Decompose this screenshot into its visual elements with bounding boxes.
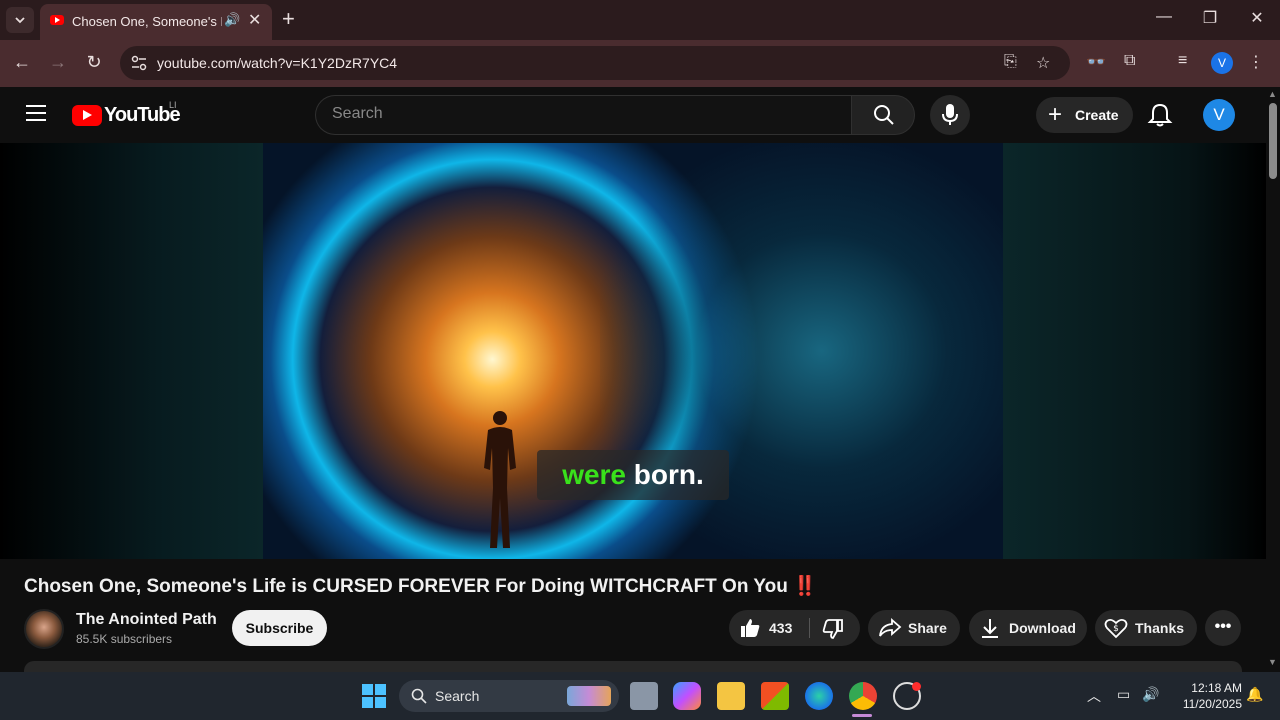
- like-count: 433: [769, 620, 793, 636]
- thumbs-down-icon: [822, 619, 843, 639]
- tab-audio-icon[interactable]: 🔊: [224, 12, 240, 28]
- site-info-icon[interactable]: [130, 54, 148, 72]
- player-side-fill: [0, 143, 263, 559]
- double-exclamation-emoji: ‼️: [793, 576, 817, 597]
- scrollbar-thumb[interactable]: [1269, 103, 1277, 179]
- network-icon[interactable]: ▭: [1117, 686, 1130, 703]
- incognito-extension-icon[interactable]: 👓: [1086, 52, 1106, 72]
- copilot-icon[interactable]: [673, 682, 701, 710]
- browser-tab-strip: Chosen One, Someone's Life is CURSED FOR…: [0, 0, 1280, 40]
- show-hidden-icons-chevron-icon[interactable]: ︿: [1087, 686, 1101, 706]
- clock-time: 12:18 AM: [1191, 681, 1242, 695]
- notification-badge-icon: [912, 682, 921, 691]
- like-button[interactable]: 433: [729, 610, 809, 646]
- youtube-header: YouTube LI + Create V: [0, 87, 1266, 143]
- windows-taskbar: Search ︿ ▭ 🔊 12:18 AM 11/20/2025 🔔: [0, 672, 1280, 720]
- taskbar-search[interactable]: Search: [399, 680, 619, 712]
- channel-avatar[interactable]: [24, 609, 64, 649]
- browser-tab-active[interactable]: Chosen One, Someone's Life is CURSED FOR…: [40, 4, 272, 40]
- forward-arrow-icon[interactable]: →: [46, 52, 70, 73]
- browser-toolbar: ← → ↻ youtube.com/watch?v=K1Y2DzR7YC4 ⎘ …: [0, 40, 1280, 87]
- search-icon: [874, 105, 894, 125]
- minimize-icon[interactable]: —: [1150, 8, 1178, 26]
- more-horizontal-icon: •••: [1214, 618, 1232, 635]
- taskbar-search-label: Search: [435, 688, 480, 704]
- volume-icon[interactable]: 🔊: [1142, 686, 1159, 703]
- video-title-text: Chosen One, Someone's Life is CURSED FOR…: [24, 576, 788, 597]
- subscriber-count: 85.5K subscribers: [76, 632, 173, 646]
- thumbs-up-icon: [741, 619, 760, 637]
- download-icon: [982, 619, 998, 638]
- task-view-icon[interactable]: [630, 682, 658, 710]
- channel-name[interactable]: The Anointed Path: [76, 611, 217, 629]
- new-tab-button[interactable]: +: [282, 6, 295, 32]
- browser-profile-avatar[interactable]: V: [1211, 52, 1233, 74]
- scroll-up-arrow-icon[interactable]: ▲: [1268, 89, 1277, 99]
- reload-icon[interactable]: ↻: [82, 52, 106, 73]
- search-input[interactable]: [332, 105, 832, 123]
- microsoft-store-icon[interactable]: [761, 682, 789, 710]
- silhouette-figure: [484, 411, 516, 548]
- hamburger-menu-icon[interactable]: [26, 105, 46, 121]
- windows-start-icon[interactable]: [362, 684, 386, 708]
- youtube-favicon-icon: [50, 15, 64, 25]
- download-label: Download: [1009, 620, 1076, 636]
- clock-date: 11/20/2025: [1182, 697, 1242, 711]
- tab-title: Chosen One, Someone's Life is CURSED FOR…: [72, 14, 222, 29]
- super-thanks-heart-icon: $: [1104, 618, 1128, 639]
- browser-menu-icon[interactable]: ⋮: [1248, 52, 1264, 72]
- active-app-indicator: [852, 714, 872, 717]
- share-label: Share: [908, 620, 947, 636]
- tab-close-icon[interactable]: ✕: [248, 10, 261, 30]
- chevron-down-icon: [15, 17, 25, 24]
- thanks-button[interactable]: $ Thanks: [1095, 610, 1197, 646]
- like-dislike-group: 433: [729, 610, 860, 646]
- video-player[interactable]: were born.: [0, 143, 1266, 559]
- thanks-label: Thanks: [1135, 620, 1185, 636]
- account-avatar[interactable]: V: [1203, 99, 1235, 131]
- back-arrow-icon[interactable]: ←: [10, 52, 34, 73]
- youtube-logo-icon[interactable]: [72, 105, 102, 126]
- more-actions-button[interactable]: •••: [1205, 610, 1241, 646]
- microphone-icon: [942, 104, 958, 125]
- download-button[interactable]: Download: [969, 610, 1087, 646]
- system-clock[interactable]: 12:18 AM 11/20/2025: [1172, 680, 1242, 712]
- notifications-bell-icon[interactable]: [1146, 101, 1174, 129]
- plus-icon: +: [1048, 101, 1063, 128]
- subscribe-button[interactable]: Subscribe: [232, 610, 327, 646]
- notification-center-icon[interactable]: 🔔: [1246, 686, 1263, 703]
- country-code: LI: [169, 100, 177, 110]
- search-highlight-icon: [567, 686, 611, 706]
- window-close-icon[interactable]: ✕: [1243, 8, 1271, 28]
- chrome-browser-icon[interactable]: [849, 682, 877, 710]
- create-button[interactable]: + Create: [1036, 97, 1133, 133]
- file-explorer-icon[interactable]: [717, 682, 745, 710]
- search-box: [315, 95, 852, 135]
- address-bar[interactable]: youtube.com/watch?v=K1Y2DzR7YC4 ⎘ ☆: [120, 46, 1070, 80]
- bookmark-star-icon[interactable]: ☆: [1036, 53, 1050, 73]
- description-box[interactable]: [24, 661, 1242, 672]
- scroll-down-arrow-icon[interactable]: ▼: [1268, 657, 1277, 667]
- player-side-fill: [1003, 143, 1266, 559]
- caption-word-highlight: were: [562, 459, 627, 490]
- share-arrow-icon: [879, 618, 902, 637]
- video-title: Chosen One, Someone's Life is CURSED FOR…: [24, 574, 817, 598]
- voice-search-button[interactable]: [930, 95, 970, 135]
- create-label: Create: [1075, 107, 1119, 123]
- svg-text:$: $: [1113, 624, 1119, 634]
- page-scrollbar[interactable]: ▲ ▼: [1266, 87, 1280, 672]
- install-app-icon[interactable]: ⎘: [1004, 53, 1017, 71]
- search-button[interactable]: [851, 95, 915, 135]
- tab-search-button[interactable]: [6, 7, 34, 33]
- restore-icon[interactable]: ❐: [1196, 8, 1224, 28]
- search-icon: [411, 688, 427, 704]
- share-button[interactable]: Share: [868, 610, 960, 646]
- caption-word: born.: [633, 459, 704, 490]
- url-text: youtube.com/watch?v=K1Y2DzR7YC4: [157, 55, 398, 71]
- extensions-puzzle-icon[interactable]: ⧉: [1124, 52, 1135, 70]
- media-controls-icon[interactable]: ≡: [1178, 52, 1187, 70]
- edge-browser-icon[interactable]: [805, 682, 833, 710]
- video-caption: were born.: [537, 450, 729, 500]
- dislike-button[interactable]: [810, 610, 860, 646]
